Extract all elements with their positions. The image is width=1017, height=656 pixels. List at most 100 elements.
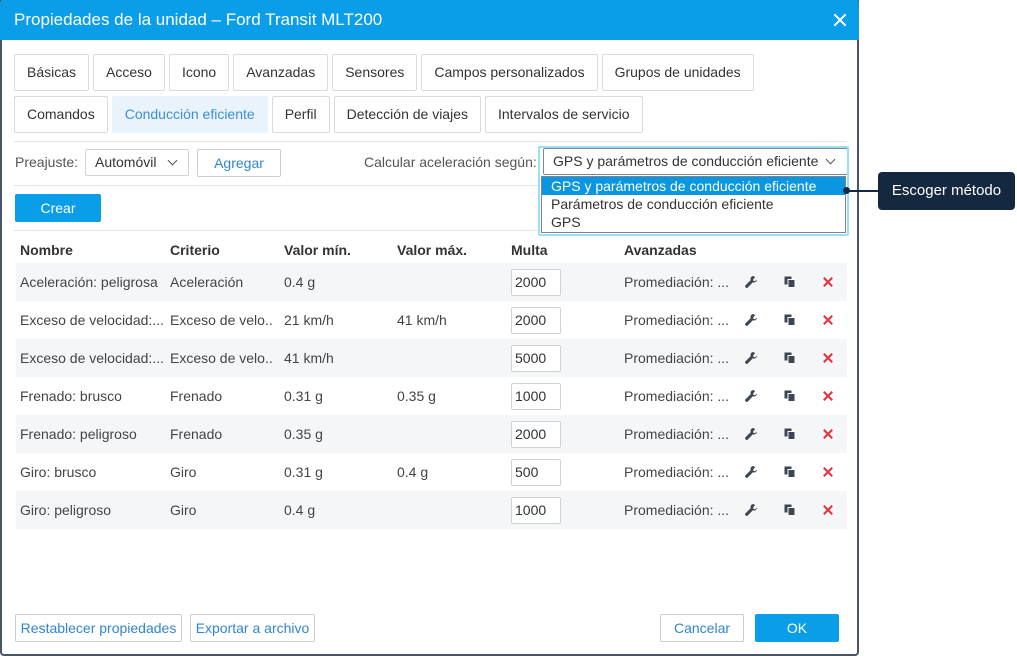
calc-method-select[interactable]: GPS y parámetros de conducción eficiente <box>543 148 848 175</box>
cell-name: Frenado: peligroso <box>20 426 137 442</box>
delete-icon[interactable] <box>822 390 834 402</box>
penalty-input[interactable]: 5000 <box>511 345 561 372</box>
reset-properties-button[interactable]: Restablecer propiedades <box>15 614 182 642</box>
delete-icon[interactable] <box>822 428 834 440</box>
delete-icon[interactable] <box>822 276 834 288</box>
export-to-file-button[interactable]: Exportar a archivo <box>190 614 315 642</box>
cell-name: Exceso de velocidad:... <box>20 350 164 366</box>
table-row[interactable]: Exceso de velocidad:... Exceso de velo...… <box>16 301 847 339</box>
chevron-down-icon <box>825 154 836 165</box>
add-preset-button[interactable]: Agregar <box>197 149 281 177</box>
table-row[interactable]: Frenado: brusco Frenado 0.31 g 0.35 g Promed… <box>16 377 847 415</box>
tab-intervalos-de-servicio[interactable]: Intervalos de servicio <box>485 96 643 133</box>
delete-icon[interactable] <box>822 314 834 326</box>
cell-criterion: Exceso de velo... <box>170 312 274 328</box>
table-row[interactable]: Exceso de velocidad:... Exceso de velo...… <box>16 339 847 377</box>
copy-icon[interactable] <box>783 465 797 479</box>
cell-min-value: 21 km/h <box>284 312 334 328</box>
cell-min-value: 0.31 g <box>284 388 323 404</box>
cell-advanced: Promediación: ... <box>624 426 730 442</box>
penalty-input[interactable]: 500 <box>511 459 561 486</box>
copy-icon[interactable] <box>783 389 797 403</box>
wrench-icon[interactable] <box>744 275 758 289</box>
tab-acceso[interactable]: Acceso <box>93 54 165 91</box>
divider <box>14 141 847 142</box>
preset-select[interactable]: Automóvil <box>85 149 189 176</box>
copy-icon[interactable] <box>783 503 797 517</box>
delete-icon[interactable] <box>822 466 834 478</box>
cell-max-value <box>397 339 507 377</box>
ok-button[interactable]: OK <box>755 614 839 642</box>
tab-icono[interactable]: Icono <box>168 54 230 91</box>
tab-sensores[interactable]: Sensores <box>332 54 418 91</box>
tab-grupos-de-unidades[interactable]: Grupos de unidades <box>601 54 754 91</box>
tab-basicas[interactable]: Básicas <box>14 54 90 91</box>
cell-name: Giro: brusco <box>20 464 97 480</box>
tab-conduccion-eficiente[interactable]: Conducción eficiente <box>111 96 268 133</box>
tab-avanzadas[interactable]: Avanzadas <box>233 54 329 91</box>
tabs-row-2: Comandos Conducción eficiente Perfil Detecc… <box>14 96 643 133</box>
penalty-input[interactable]: 1000 <box>511 497 561 524</box>
tab-comandos[interactable]: Comandos <box>14 96 108 133</box>
cell-criterion: Frenado <box>170 426 223 442</box>
col-header-advanced: Avanzadas <box>624 242 697 258</box>
callout-choose-method: Escoger método <box>878 172 1015 210</box>
dropdown-option-gps[interactable]: GPS <box>542 213 845 231</box>
delete-icon[interactable] <box>822 352 834 364</box>
table-row[interactable]: Frenado: peligroso Frenado 0.35 g Promediac… <box>16 415 847 453</box>
cell-criterion: Giro <box>170 464 197 480</box>
calc-acceleration-label: Calcular aceleración según: <box>364 154 537 170</box>
cell-max-value <box>397 415 507 453</box>
cell-name: Exceso de velocidad:... <box>20 312 164 328</box>
wrench-icon[interactable] <box>744 427 758 441</box>
cancel-button[interactable]: Cancelar <box>660 614 744 642</box>
unit-properties-dialog: Propiedades de la unidad – Ford Transit … <box>0 0 859 656</box>
penalty-input[interactable]: 2000 <box>511 269 561 296</box>
penalty-input[interactable]: 1000 <box>511 383 561 410</box>
col-header-criterion: Criterio <box>170 242 220 258</box>
cell-name: Frenado: brusco <box>20 388 122 404</box>
preset-label: Preajuste: <box>15 154 79 170</box>
cell-max-value: 0.4 g <box>397 464 429 480</box>
copy-icon[interactable] <box>783 351 797 365</box>
cell-advanced: Promediación: ... <box>624 274 730 290</box>
wrench-icon[interactable] <box>744 351 758 365</box>
preset-value: Automóvil <box>95 154 157 170</box>
tab-perfil[interactable]: Perfil <box>271 96 330 133</box>
dropdown-option-ecodriving[interactable]: Parámetros de conducción eficiente <box>542 195 845 213</box>
cell-max-value: 0.35 g <box>397 388 436 404</box>
cell-min-value: 41 km/h <box>284 350 334 366</box>
tab-campos-personalizados[interactable]: Campos personalizados <box>421 54 598 91</box>
calc-method-value: GPS y parámetros de conducción eficiente <box>553 153 819 169</box>
penalty-input[interactable]: 2000 <box>511 307 561 334</box>
tab-deteccion-de-viajes[interactable]: Detección de viajes <box>333 96 481 133</box>
callout-pointer-dot <box>843 187 850 194</box>
table-row[interactable]: Aceleración: peligrosa Aceleración 0.4 g Pr… <box>16 263 847 301</box>
delete-icon[interactable] <box>822 504 834 516</box>
cell-criterion: Giro <box>170 502 197 518</box>
wrench-icon[interactable] <box>744 503 758 517</box>
create-button[interactable]: Crear <box>15 194 101 222</box>
calc-method-dropdown: GPS y parámetros de conducción eficiente… <box>541 176 846 233</box>
table-row[interactable]: Giro: brusco Giro 0.31 g 0.4 g Promediación:… <box>16 453 847 491</box>
divider <box>14 185 539 186</box>
col-header-penalty: Multa <box>511 242 548 258</box>
copy-icon[interactable] <box>783 427 797 441</box>
cell-max-value <box>397 491 507 529</box>
cell-criterion: Aceleración <box>170 274 244 290</box>
wrench-icon[interactable] <box>744 313 758 327</box>
wrench-icon[interactable] <box>744 465 758 479</box>
table-row[interactable]: Giro: peligroso Giro 0.4 g Promediación: ..… <box>16 491 847 529</box>
dialog-title: Propiedades de la unidad – Ford Transit … <box>14 10 383 29</box>
cell-name: Aceleración: peligrosa <box>20 274 158 290</box>
wrench-icon[interactable] <box>744 389 758 403</box>
copy-icon[interactable] <box>783 275 797 289</box>
penalty-input[interactable]: 2000 <box>511 421 561 448</box>
cell-advanced: Promediación: ... <box>624 464 730 480</box>
copy-icon[interactable] <box>783 313 797 327</box>
cell-advanced: Promediación: ... <box>624 350 730 366</box>
dropdown-option-gps-and-ecodriving[interactable]: GPS y parámetros de conducción eficiente <box>542 177 845 195</box>
close-icon[interactable] <box>831 11 849 29</box>
chevron-down-icon <box>167 155 178 166</box>
cell-min-value: 0.35 g <box>284 426 323 442</box>
